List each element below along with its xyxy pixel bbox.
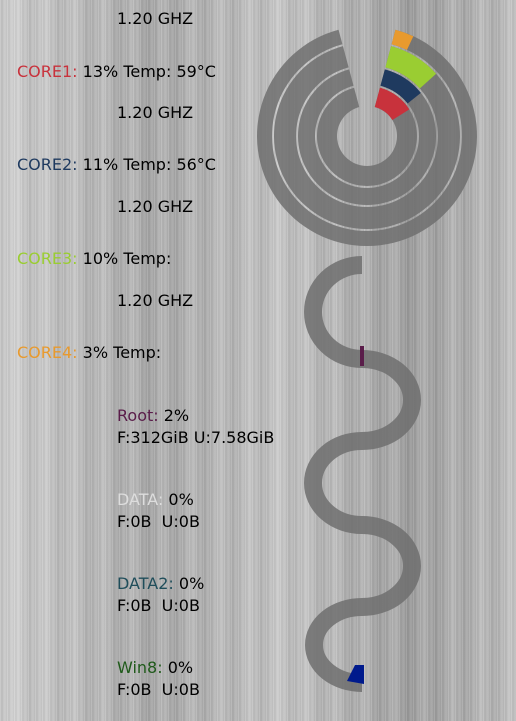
core3-temp-label: Temp: [123, 249, 172, 268]
root-stats: F:312GiB U:7.58GiB [117, 428, 275, 447]
core3-label: CORE3: [17, 249, 78, 268]
data-stats: F:0B U:0B [117, 512, 200, 531]
data-line: DATA: 0% [117, 490, 194, 510]
win8-label: Win8: [117, 658, 163, 677]
core2-usage: 11% [82, 155, 119, 174]
core2-label: CORE2: [17, 155, 78, 174]
data-usage: 0% [168, 490, 194, 509]
core2-temp-label: Temp: [123, 155, 172, 174]
core3-frequency: 1.20 GHZ [117, 197, 194, 216]
data2-label: DATA2: [117, 574, 174, 593]
root-usage: 2% [163, 406, 190, 425]
core2-line: CORE2: 11% Temp: 56°C [17, 155, 216, 175]
core1-temp-label: Temp: [123, 62, 172, 81]
core1-label: CORE1: [17, 62, 78, 81]
core1-frequency: 1.20 GHZ [117, 9, 194, 28]
win8-usage: 0% [167, 658, 194, 677]
data-label: DATA: [117, 490, 164, 509]
win8-line: Win8: 0% [117, 658, 193, 678]
core2-frequency: 1.20 GHZ [117, 103, 194, 122]
core1-line: CORE1: 13% Temp: 59°C [17, 62, 216, 82]
core4-temp-label: Temp: [113, 343, 162, 362]
core4-line: CORE4: 3% Temp: [17, 343, 166, 363]
core4-usage: 3% [82, 343, 109, 362]
data2-line: DATA2: 0% [117, 574, 204, 594]
core3-line: CORE3: 10% Temp: [17, 249, 176, 269]
root-line: Root: 2% [117, 406, 189, 426]
core1-usage: 13% [82, 62, 119, 81]
core2-temp: 56°C [176, 155, 216, 174]
core4-frequency: 1.20 GHZ [117, 291, 194, 310]
win8-stats: F:0B U:0B [117, 680, 200, 699]
data2-stats: F:0B U:0B [117, 596, 200, 615]
root-label: Root: [117, 406, 159, 425]
core4-label: CORE4: [17, 343, 78, 362]
core3-usage: 10% [82, 249, 119, 268]
disk-track [304, 256, 421, 692]
data2-usage: 0% [178, 574, 205, 593]
core1-temp: 59°C [176, 62, 216, 81]
